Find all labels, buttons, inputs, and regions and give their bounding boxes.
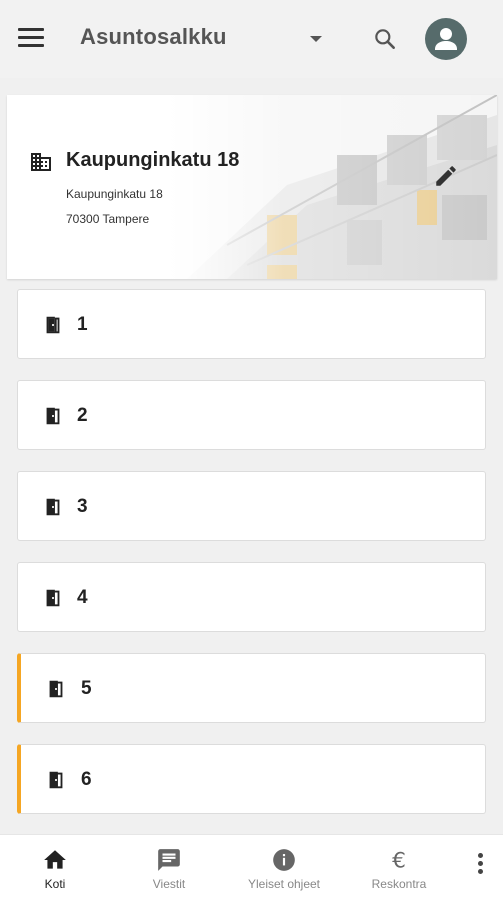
apartment-card-6[interactable]: 6: [17, 744, 486, 814]
menu-icon[interactable]: [18, 28, 44, 50]
apartment-card-5[interactable]: 5: [17, 653, 486, 723]
door-icon: [46, 407, 60, 425]
door-icon: [49, 771, 63, 789]
svg-text:€: €: [392, 849, 406, 873]
nav-label: Koti: [44, 877, 66, 891]
apartment-card-2[interactable]: 2: [17, 380, 486, 450]
property-title: Kaupunginkatu 18: [66, 149, 240, 171]
nav-item-viestit[interactable]: Viestit: [114, 835, 224, 900]
arrow-drop-down-icon[interactable]: [306, 30, 326, 50]
message-icon: [158, 849, 180, 871]
nav-label: Viestit: [152, 877, 186, 891]
home-icon: [44, 850, 66, 869]
nav-item-yleiset-ohjeet[interactable]: Yleiset ohjeet: [229, 835, 339, 900]
apartment-label: 5: [81, 678, 92, 699]
door-icon: [46, 316, 60, 334]
apartment-label: 1: [77, 314, 88, 335]
search-icon[interactable]: [372, 26, 398, 52]
door-icon: [46, 498, 60, 516]
apartment-label: 2: [77, 405, 88, 426]
nav-label: Yleiset ohjeet: [247, 877, 321, 891]
apartment-label: 4: [77, 587, 88, 608]
apartment-card-1[interactable]: 1: [17, 289, 486, 359]
nav-label: Reskontra: [371, 877, 427, 891]
account-icon: [435, 28, 457, 50]
apartment-card-4[interactable]: 4: [17, 562, 486, 632]
property-header-card: Kaupunginkatu 18 Kaupunginkatu 18 70300 …: [7, 95, 497, 279]
account-avatar[interactable]: [425, 18, 467, 60]
apartment-label: 3: [77, 496, 88, 517]
info-icon: [273, 849, 295, 871]
nav-item-reskontra[interactable]: € Reskontra: [344, 835, 454, 900]
bottom-navigation: Koti Viestit Yleiset ohjeet € Reskontra: [0, 834, 503, 900]
building-icon: [31, 153, 51, 171]
euro-icon: €: [392, 849, 406, 873]
door-icon: [49, 680, 63, 698]
more-vert-icon[interactable]: [470, 853, 490, 881]
apartment-label: 6: [81, 769, 92, 790]
nav-item-koti[interactable]: Koti: [0, 835, 110, 900]
property-street: Kaupunginkatu 18: [66, 187, 163, 201]
door-icon: [46, 589, 60, 607]
property-postal-city: 70300 Tampere: [66, 212, 150, 226]
edit-pencil-icon[interactable]: [433, 163, 459, 189]
top-app-bar: Asuntosalkku: [0, 0, 503, 78]
app-title: Asuntosalkku: [80, 24, 227, 49]
apartment-card-3[interactable]: 3: [17, 471, 486, 541]
